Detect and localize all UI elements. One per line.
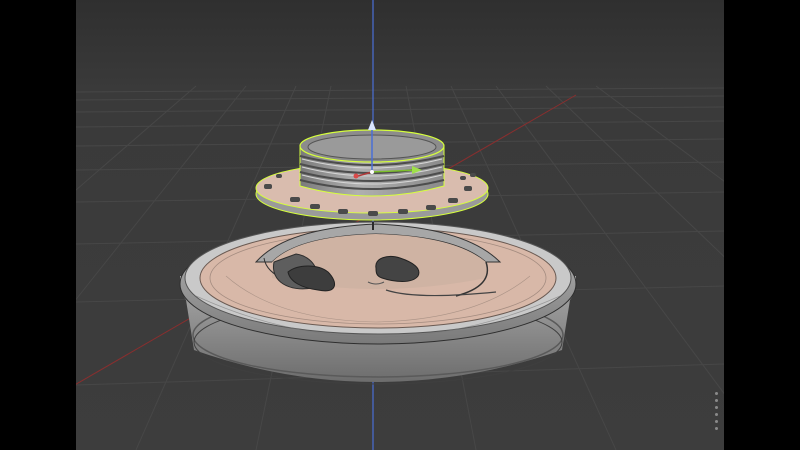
base-plate[interactable] xyxy=(179,221,577,385)
3d-viewport[interactable] xyxy=(76,0,724,450)
gizmo-origin-icon[interactable] xyxy=(370,170,374,174)
viewport-nav-handle[interactable] xyxy=(714,392,720,434)
viewport-canvas[interactable] xyxy=(76,0,724,450)
letterbox-left xyxy=(0,0,76,450)
gizmo-x-handle-icon[interactable] xyxy=(353,173,359,179)
letterbox-right xyxy=(724,0,800,450)
